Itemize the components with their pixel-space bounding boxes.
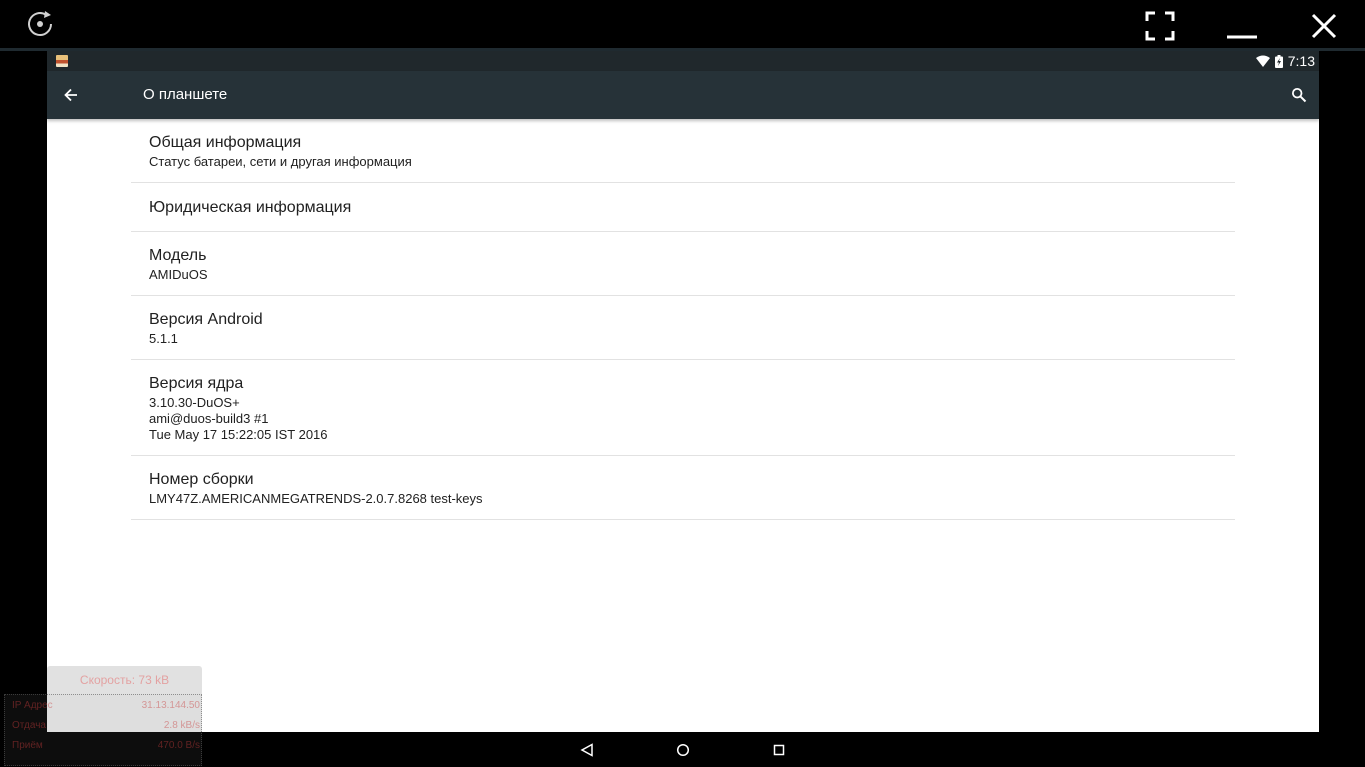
list-item-android-version[interactable]: Версия Android 5.1.1 — [131, 296, 1235, 360]
network-row-value: 31.13.144.50 — [141, 700, 200, 711]
item-title: Юридическая информация — [149, 199, 352, 216]
minimize-button[interactable] — [1222, 8, 1262, 44]
item-summary: 5.1.1 — [149, 331, 178, 346]
network-row-ip: IP Адрес 31.13.144.50 — [12, 697, 200, 715]
item-summary: 3.10.30-DuOS+ ami@duos-build3 #1 Tue May… — [149, 395, 328, 442]
close-icon — [1311, 13, 1337, 39]
network-speed-header: Скорость: 73 kB — [47, 666, 202, 694]
search-icon — [1291, 87, 1307, 103]
item-title: Версия Android — [149, 311, 263, 328]
nav-recents-button[interactable] — [767, 738, 791, 762]
navigation-bar — [47, 732, 1319, 767]
list-item-legal[interactable]: Юридическая информация — [131, 183, 1235, 232]
emulator-title-bar — [0, 0, 1365, 48]
back-button[interactable] — [59, 83, 83, 107]
rotate-icon — [28, 11, 52, 36]
status-icons: 7:13 — [1255, 51, 1315, 71]
network-row-label: Приём — [12, 740, 43, 751]
fullscreen-icon — [1145, 11, 1175, 41]
item-title: Общая информация — [149, 134, 302, 151]
network-row-label: Отдача — [12, 720, 46, 731]
item-summary: AMIDuOS — [149, 267, 208, 282]
nav-recents-icon — [773, 744, 785, 756]
nav-home-button[interactable] — [671, 738, 695, 762]
arrow-back-icon — [64, 88, 77, 102]
notification-image-icon — [56, 55, 68, 67]
wifi-icon — [1255, 55, 1270, 67]
network-row-label: IP Адрес — [12, 700, 53, 711]
list-item-model[interactable]: Модель AMIDuOS — [131, 232, 1235, 296]
item-title: Версия ядра — [149, 375, 244, 392]
item-summary: LMY47Z.AMERICANMEGATRENDS-2.0.7.8268 tes… — [149, 491, 483, 506]
network-speed-body: IP Адрес 31.13.144.50 Отдача 2.8 kB/s Пр… — [4, 694, 202, 766]
nav-home-icon — [676, 743, 690, 757]
rotate-button[interactable] — [22, 8, 58, 40]
item-title: Модель — [149, 247, 207, 264]
fullscreen-button[interactable] — [1140, 8, 1180, 44]
app-bar: О планшете — [47, 71, 1319, 119]
nav-back-icon — [580, 743, 593, 757]
status-bar: 7:13 — [47, 51, 1319, 71]
search-button[interactable] — [1287, 83, 1311, 107]
network-speed-widget[interactable]: Скорость: 73 kB IP Адрес 31.13.144.50 От… — [4, 666, 202, 766]
page-title: О планшете — [143, 86, 228, 103]
minimize-icon — [1227, 35, 1257, 39]
network-row-upload: Отдача 2.8 kB/s — [12, 717, 200, 735]
android-screen: 7:13 О планшете Общая информация Статус … — [47, 51, 1319, 732]
about-list: Общая информация Статус батареи, сети и … — [131, 119, 1235, 520]
list-item-status[interactable]: Общая информация Статус батареи, сети и … — [131, 119, 1235, 183]
nav-back-button[interactable] — [575, 738, 599, 762]
status-clock: 7:13 — [1287, 53, 1315, 69]
item-title: Номер сборки — [149, 471, 254, 488]
close-button[interactable] — [1304, 8, 1344, 44]
battery-charging-icon — [1274, 54, 1283, 68]
item-summary: Статус батареи, сети и другая информация — [149, 154, 412, 169]
network-row-download: Приём 470.0 B/s — [12, 737, 200, 755]
list-item-kernel-version[interactable]: Версия ядра 3.10.30-DuOS+ ami@duos-build… — [131, 360, 1235, 456]
list-item-build-number[interactable]: Номер сборки LMY47Z.AMERICANMEGATRENDS-2… — [131, 456, 1235, 520]
network-row-value: 2.8 kB/s — [163, 720, 200, 731]
network-row-value: 470.0 B/s — [157, 740, 200, 751]
